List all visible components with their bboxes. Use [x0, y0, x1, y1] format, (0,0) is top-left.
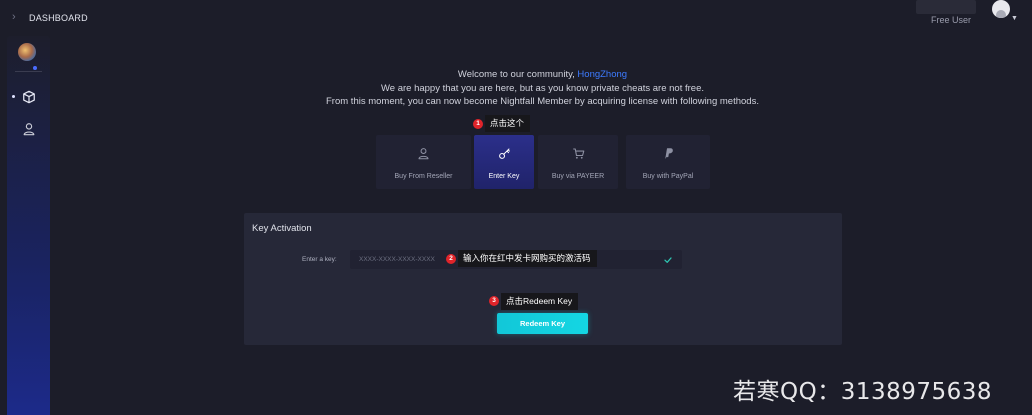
method-label: Buy with PayPal — [642, 173, 694, 180]
method-buy-from-reseller[interactable]: Buy From Reseller — [376, 135, 471, 189]
user-icon — [23, 123, 35, 136]
user-role: Free User — [931, 15, 972, 25]
check-icon — [664, 257, 672, 263]
welcome-line-1: Welcome to our community, HongZhong — [0, 68, 1032, 82]
method-label: Buy via PAYEER — [551, 173, 605, 180]
welcome-message: Welcome to our community, HongZhong We a… — [0, 68, 1032, 109]
redeem-key-button[interactable]: Redeem Key — [497, 313, 588, 334]
avatar[interactable] — [992, 0, 1010, 18]
paypal-icon — [664, 148, 673, 159]
panel-title: Key Activation — [252, 223, 312, 234]
annotation-badge: 2 — [446, 254, 456, 264]
welcome-greeting: Welcome to our community, — [457, 69, 575, 80]
sidebar-item-profile[interactable] — [22, 122, 36, 136]
key-label: Enter a key: — [302, 256, 337, 263]
method-label: Buy From Reseller — [394, 173, 453, 180]
caret-down-icon[interactable]: ▼ — [1011, 15, 1018, 22]
method-label: Enter Key — [488, 173, 520, 180]
user-icon — [418, 148, 429, 160]
cart-icon — [572, 148, 584, 159]
annotation-callout: 输入你在红中发卡网购买的激活码 — [458, 250, 597, 267]
username: HongZhong — [577, 69, 628, 80]
annotation-callout: 点击Redeem Key — [501, 293, 579, 310]
annotation-badge: 3 — [489, 296, 499, 306]
watermark: 若寒QQ：3138975638 — [733, 379, 993, 405]
key-icon — [498, 148, 510, 159]
method-buy-with-paypal[interactable]: Buy with PayPal — [626, 135, 710, 189]
top-bar: › DASHBOARD Free User ▼ — [0, 0, 1032, 36]
logo[interactable] — [18, 43, 36, 61]
breadcrumb: DASHBOARD — [29, 13, 88, 23]
annotation-callout: 点击这个 — [485, 115, 531, 132]
method-enter-key[interactable]: Enter Key — [474, 135, 534, 189]
chevron-right-icon[interactable]: › — [12, 11, 16, 23]
key-activation-panel: Key Activation Enter a key: Redeem Key — [244, 213, 842, 345]
method-buy-via-payeer[interactable]: Buy via PAYEER — [538, 135, 618, 189]
username-redacted — [916, 0, 976, 14]
welcome-line-3: From this moment, you can now become Nig… — [326, 96, 759, 107]
annotation-badge: 1 — [473, 119, 483, 129]
welcome-line-2: We are happy that you are here, but as y… — [380, 82, 704, 94]
